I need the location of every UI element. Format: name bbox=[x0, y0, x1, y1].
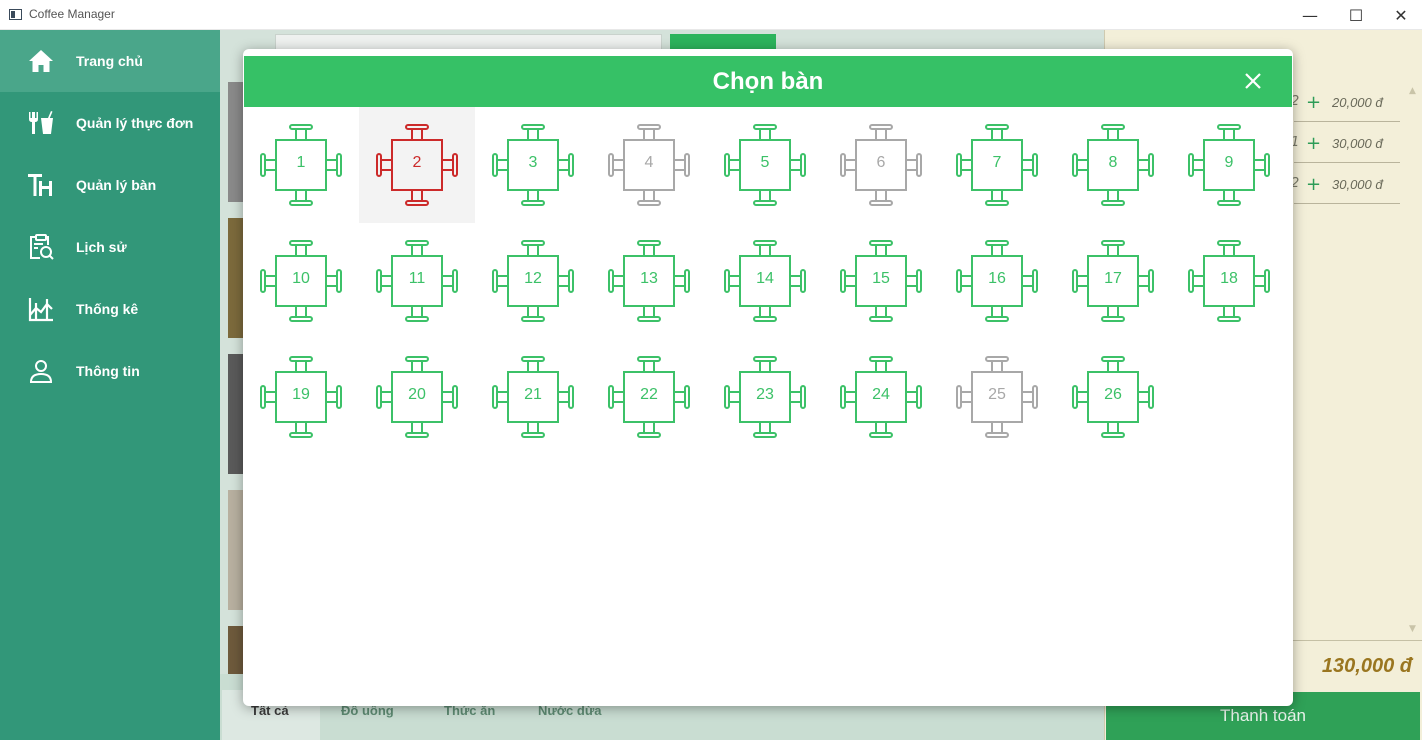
sidebar-item-label: Thống kê bbox=[76, 301, 139, 317]
table-number: 24 bbox=[872, 386, 890, 403]
table-8[interactable]: 8 bbox=[1055, 107, 1171, 223]
table-number: 17 bbox=[1104, 270, 1122, 287]
table-9[interactable]: 9 bbox=[1171, 107, 1287, 223]
app-icon bbox=[9, 9, 22, 20]
table-20[interactable]: 20 bbox=[359, 339, 475, 455]
table-12[interactable]: 12 bbox=[475, 223, 591, 339]
table-18[interactable]: 18 bbox=[1171, 223, 1287, 339]
sidebar-item-statistics[interactable]: Thống kê bbox=[0, 278, 220, 340]
sidebar-item-label: Quản lý bàn bbox=[76, 177, 157, 193]
scroll-up-icon[interactable]: ▲ bbox=[1409, 86, 1416, 96]
table-number: 5 bbox=[760, 154, 770, 171]
product-image bbox=[228, 490, 244, 610]
table-number: 4 bbox=[644, 154, 654, 171]
table-1[interactable]: 1 bbox=[243, 107, 359, 223]
table-number: 26 bbox=[1104, 386, 1122, 403]
order-row: 2 + 30,000 đ bbox=[1291, 164, 1400, 204]
table-21[interactable]: 21 bbox=[475, 339, 591, 455]
table-6[interactable]: 6 bbox=[823, 107, 939, 223]
sidebar-item-home[interactable]: Trang chủ bbox=[0, 30, 220, 92]
sidebar-item-label: Trang chủ bbox=[76, 53, 143, 69]
sidebar-item-tables[interactable]: Quản lý bàn bbox=[0, 154, 220, 216]
table-number: 15 bbox=[872, 270, 890, 287]
table-number: 12 bbox=[524, 270, 542, 287]
order-total: 130,000 đ bbox=[1321, 655, 1412, 677]
title-bar: Coffee Manager — ☐ ✕ bbox=[0, 0, 1422, 30]
chart-icon bbox=[27, 295, 55, 323]
home-icon bbox=[27, 47, 55, 75]
minimize-button[interactable]: — bbox=[1287, 0, 1333, 30]
close-icon[interactable] bbox=[1240, 68, 1266, 94]
sidebar-item-label: Lịch sử bbox=[76, 239, 127, 255]
sidebar: Trang chủ Quản lý thực đơn Quản lý bàn L… bbox=[0, 30, 220, 740]
table-3[interactable]: 3 bbox=[475, 107, 591, 223]
table-13[interactable]: 13 bbox=[591, 223, 707, 339]
sidebar-item-history[interactable]: Lịch sử bbox=[0, 216, 220, 278]
table-19[interactable]: 19 bbox=[243, 339, 359, 455]
table-number: 1 bbox=[296, 154, 306, 171]
table-number: 25 bbox=[988, 386, 1006, 403]
sidebar-item-label: Thông tin bbox=[76, 363, 140, 379]
table-number: 20 bbox=[408, 386, 426, 403]
product-image bbox=[228, 354, 244, 474]
table-22[interactable]: 22 bbox=[591, 339, 707, 455]
table-number: 10 bbox=[292, 270, 310, 287]
table-17[interactable]: 17 bbox=[1055, 223, 1171, 339]
table-7[interactable]: 7 bbox=[939, 107, 1055, 223]
table-10[interactable]: 10 bbox=[243, 223, 359, 339]
table-number: 9 bbox=[1224, 154, 1234, 171]
table-number: 7 bbox=[992, 154, 1002, 171]
table-2[interactable]: 2 bbox=[359, 107, 475, 223]
sidebar-item-info[interactable]: Thông tin bbox=[0, 340, 220, 402]
table-26[interactable]: 26 bbox=[1055, 339, 1171, 455]
increase-quantity-icon[interactable]: + bbox=[1306, 174, 1321, 195]
sidebar-item-label: Quản lý thực đơn bbox=[76, 115, 194, 131]
table-14[interactable]: 14 bbox=[707, 223, 823, 339]
order-price: 30,000 đ bbox=[1332, 177, 1383, 192]
table-24[interactable]: 24 bbox=[823, 339, 939, 455]
order-price: 20,000 đ bbox=[1332, 95, 1383, 110]
table-number: 18 bbox=[1220, 270, 1238, 287]
utensils-icon bbox=[27, 109, 55, 137]
table-number: 23 bbox=[756, 386, 774, 403]
window-title: Coffee Manager bbox=[29, 7, 115, 21]
order-row: 2 + 20,000 đ bbox=[1291, 82, 1400, 122]
table-11[interactable]: 11 bbox=[359, 223, 475, 339]
table-number: 3 bbox=[528, 154, 538, 171]
order-row: 1 + 30,000 đ bbox=[1291, 123, 1400, 163]
table-number: 22 bbox=[640, 386, 658, 403]
table-number: 14 bbox=[756, 270, 774, 287]
table-16[interactable]: 16 bbox=[939, 223, 1055, 339]
product-image bbox=[228, 82, 244, 202]
scroll-down-icon[interactable]: ▼ bbox=[1409, 624, 1416, 634]
product-image bbox=[228, 218, 244, 338]
table-number: 16 bbox=[988, 270, 1006, 287]
table-23[interactable]: 23 bbox=[707, 339, 823, 455]
table-number: 8 bbox=[1108, 154, 1118, 171]
table-15[interactable]: 15 bbox=[823, 223, 939, 339]
table-number: 2 bbox=[412, 154, 422, 171]
dialog-title: Chọn bàn bbox=[712, 68, 824, 95]
table-number: 6 bbox=[876, 154, 886, 171]
sidebar-item-menu[interactable]: Quản lý thực đơn bbox=[0, 92, 220, 154]
table-icon bbox=[27, 171, 55, 199]
history-icon bbox=[27, 233, 55, 261]
increase-quantity-icon[interactable]: + bbox=[1306, 133, 1321, 154]
table-number: 19 bbox=[292, 386, 310, 403]
table-25[interactable]: 25 bbox=[939, 339, 1055, 455]
order-price: 30,000 đ bbox=[1332, 136, 1383, 151]
increase-quantity-icon[interactable]: + bbox=[1306, 92, 1321, 113]
product-image bbox=[228, 626, 244, 674]
table-number: 21 bbox=[524, 386, 542, 403]
table-number: 13 bbox=[640, 270, 658, 287]
choose-table-dialog: Chọn bàn 1 2 3 4 5 6 7 8 9 10 11 12 13 14 15 16 17 18 19 20… bbox=[243, 49, 1293, 706]
table-5[interactable]: 5 bbox=[707, 107, 823, 223]
maximize-button[interactable]: ☐ bbox=[1333, 0, 1379, 30]
close-window-button[interactable]: ✕ bbox=[1378, 0, 1422, 30]
dialog-header: Chọn bàn bbox=[244, 56, 1292, 107]
user-icon bbox=[27, 357, 55, 385]
table-number: 11 bbox=[408, 270, 426, 287]
table-4[interactable]: 4 bbox=[591, 107, 707, 223]
